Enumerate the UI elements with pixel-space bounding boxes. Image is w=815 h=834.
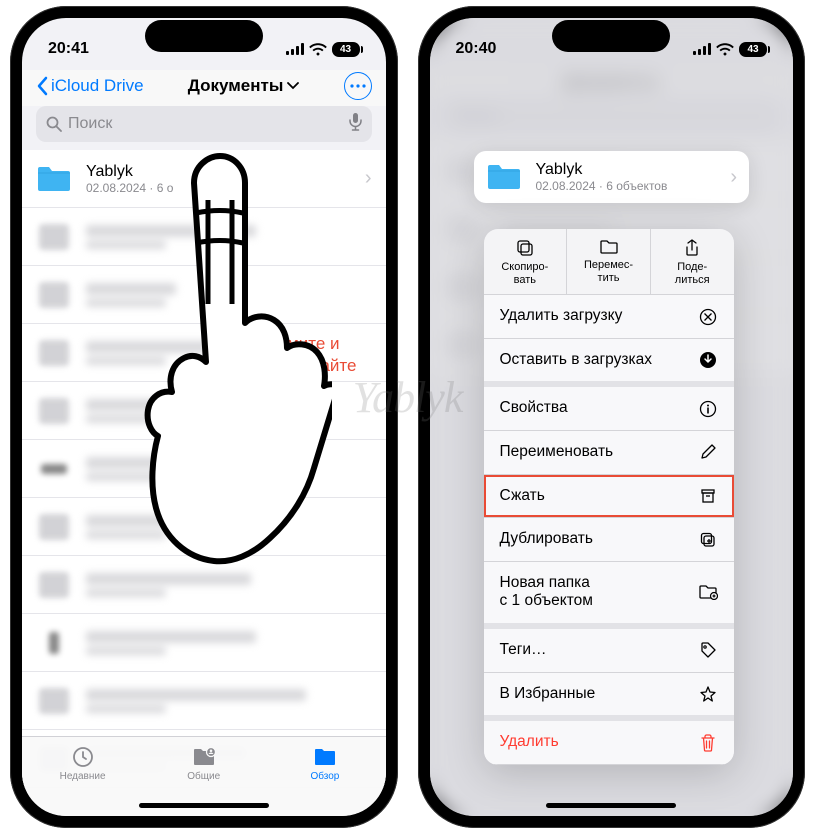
- menu-tags[interactable]: Теги…: [484, 629, 734, 673]
- remove-download-icon: [698, 308, 718, 326]
- folder-move-icon: [599, 239, 619, 255]
- back-button[interactable]: iCloud Drive: [36, 76, 144, 96]
- chevron-down-icon: [287, 82, 299, 90]
- screen-left: 20:41 43 iCloud Drive Документы Поиск: [22, 18, 386, 816]
- info-icon: [698, 400, 718, 418]
- copy-icon: [516, 239, 534, 257]
- chevron-right-icon: ›: [730, 166, 737, 189]
- tag-icon: [698, 641, 718, 659]
- notch: [145, 20, 263, 52]
- list-item[interactable]: [22, 614, 386, 672]
- tab-recent[interactable]: Недавние: [43, 745, 123, 782]
- ellipsis-icon: [350, 84, 366, 88]
- search-placeholder: Поиск: [68, 115, 112, 133]
- wifi-icon: [716, 43, 734, 56]
- folder-name: Yablyk: [536, 161, 717, 179]
- status-right: 43: [286, 42, 360, 57]
- trash-icon: [698, 734, 718, 752]
- cellular-icon: [286, 43, 304, 55]
- phone-left: 20:41 43 iCloud Drive Документы Поиск: [10, 6, 398, 828]
- clock-icon: [70, 745, 96, 769]
- home-indicator[interactable]: [546, 803, 676, 808]
- chevron-left-icon: [36, 76, 48, 96]
- menu-get-info[interactable]: Свойства: [484, 387, 734, 431]
- more-button[interactable]: [344, 72, 372, 100]
- share-button[interactable]: Поде- литься: [651, 229, 734, 294]
- hand-pointer-icon: [142, 148, 332, 568]
- wifi-icon: [309, 43, 327, 56]
- star-icon: [698, 685, 718, 703]
- menu-compress[interactable]: Сжать: [484, 475, 734, 519]
- phone-right: Документы Поиск 20:40 43: [418, 6, 806, 828]
- folder-meta: 02.08.2024 · 6 объектов: [536, 179, 717, 193]
- nav-title[interactable]: Документы: [188, 76, 300, 96]
- menu-remove-download[interactable]: Удалить загрузку: [484, 295, 734, 339]
- selected-folder-row[interactable]: Yablyk 02.08.2024 · 6 объектов ›: [474, 151, 750, 203]
- menu-delete[interactable]: Удалить: [484, 721, 734, 765]
- pencil-icon: [698, 443, 718, 461]
- search-field[interactable]: Поиск: [36, 106, 372, 142]
- menu-rename[interactable]: Переименовать: [484, 431, 734, 475]
- new-folder-icon: [698, 584, 718, 600]
- archive-icon: [698, 487, 718, 505]
- context-popout: Yablyk 02.08.2024 · 6 объектов › Скопиро…: [474, 151, 750, 765]
- download-icon: [698, 351, 718, 369]
- tab-browse[interactable]: Обзор: [285, 745, 365, 782]
- battery-icon: 43: [332, 42, 360, 57]
- home-indicator[interactable]: [139, 803, 269, 808]
- back-label: iCloud Drive: [51, 76, 144, 96]
- screen-right: Документы Поиск 20:40 43: [430, 18, 794, 816]
- share-icon: [684, 239, 700, 257]
- menu-keep-downloaded[interactable]: Оставить в загрузках: [484, 339, 734, 388]
- status-time: 20:41: [48, 40, 89, 58]
- status-right: 43: [693, 42, 767, 57]
- nav-bar: iCloud Drive Документы: [22, 70, 386, 106]
- battery-icon: 43: [739, 42, 767, 57]
- menu-top-actions: Скопиро- вать Перемес- тить Поде- литься: [484, 229, 734, 295]
- folder-icon: [36, 164, 72, 194]
- duplicate-icon: [698, 531, 718, 549]
- menu-favorite[interactable]: В Избранные: [484, 673, 734, 722]
- folder-icon: [486, 162, 522, 192]
- search-icon: [46, 116, 62, 132]
- mic-icon[interactable]: [349, 113, 362, 136]
- copy-button[interactable]: Скопиро- вать: [484, 229, 568, 294]
- menu-new-folder[interactable]: Новая папка с 1 объектом: [484, 562, 734, 629]
- tab-shared[interactable]: Общие: [164, 745, 244, 782]
- cellular-icon: [693, 43, 711, 55]
- context-menu: Скопиро- вать Перемес- тить Поде- литься…: [484, 229, 734, 765]
- chevron-right-icon: ›: [365, 167, 372, 190]
- notch: [552, 20, 670, 52]
- shared-folder-icon: [191, 745, 217, 769]
- move-button[interactable]: Перемес- тить: [567, 229, 651, 294]
- list-item[interactable]: [22, 672, 386, 730]
- status-time: 20:40: [456, 40, 497, 58]
- folder-text: Yablyk 02.08.2024 · 6 объектов: [536, 161, 717, 193]
- folder-icon: [312, 745, 338, 769]
- menu-duplicate[interactable]: Дублировать: [484, 518, 734, 562]
